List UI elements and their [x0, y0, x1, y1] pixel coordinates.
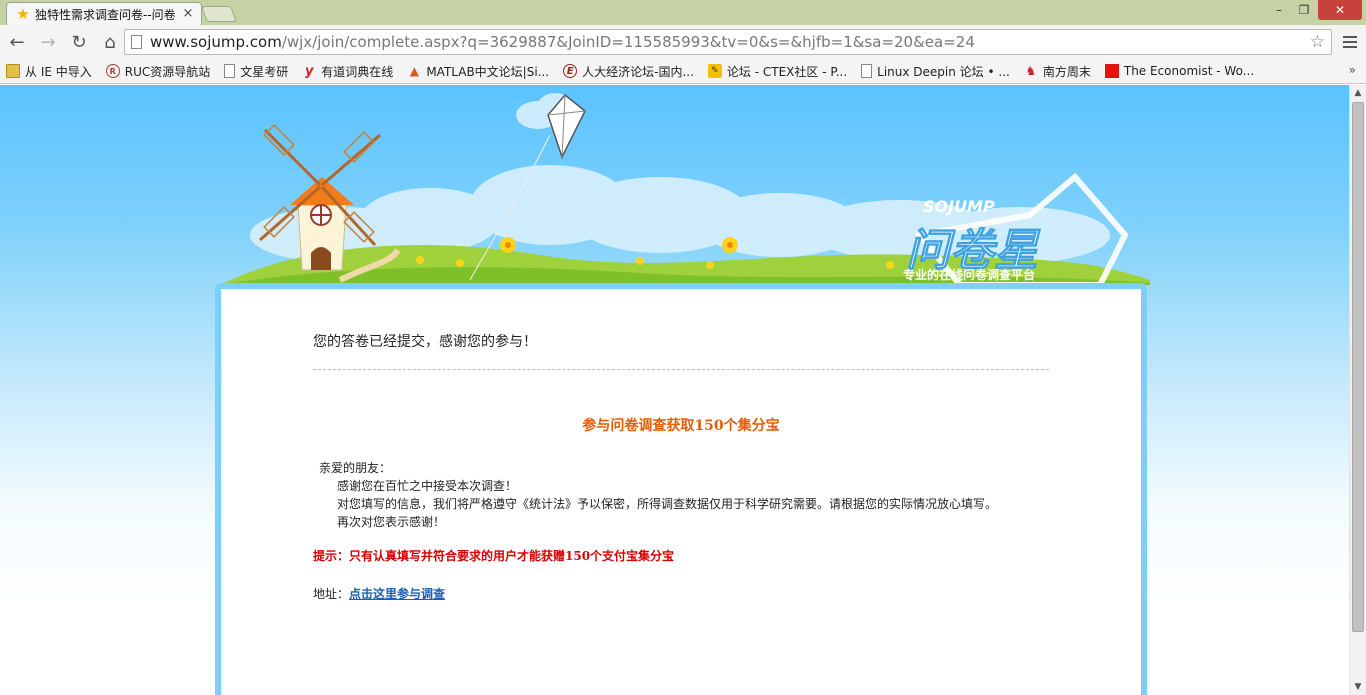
bookmark-star-icon[interactable]: ☆: [1310, 32, 1325, 52]
svg-text:专业的在线问卷调查平台: 专业的在线问卷调查平台: [903, 267, 1035, 282]
bookmark-item[interactable]: ♞ 南方周末: [1024, 63, 1090, 80]
window-close-button[interactable]: ✕: [1318, 0, 1362, 20]
divider: [313, 369, 1049, 370]
bookmark-item[interactable]: y 有道词典在线: [302, 63, 393, 80]
letter-greeting: 亲爱的朋友：: [319, 461, 392, 475]
completion-card: 您的答卷已经提交，感谢您的参与！ 参与问卷调查获取150个集分宝 亲爱的朋友： …: [215, 283, 1147, 695]
letter-line: 对您填写的信息，我们将严格遵守《统计法》予以保密，所得调查数据仅用于科学研究需要…: [337, 497, 998, 511]
browser-tab[interactable]: ★ 独特性需求调查问卷--问卷 ×: [6, 2, 202, 25]
chrome-menu-button[interactable]: [1338, 30, 1362, 54]
new-tab-button[interactable]: [201, 6, 237, 22]
sojump-banner: SOJUMP 问卷星 专业的在线问卷调查平台: [220, 93, 1150, 285]
address-path: /wjx/join/complete.aspx?q=3629887&JoinID…: [281, 33, 975, 51]
bookmark-item[interactable]: 文星考研: [224, 63, 288, 80]
address-host: www.sojump.com: [150, 33, 282, 51]
scrollbar-thumb[interactable]: [1352, 102, 1364, 632]
bookmark-item[interactable]: 从 IE 中导入: [6, 63, 92, 80]
bookmark-item[interactable]: ✎ 论坛 - CTEX社区 - P...: [707, 63, 847, 80]
scroll-down-icon[interactable]: ▼: [1350, 679, 1366, 695]
bookmarks-bar: 从 IE 中导入 R RUC资源导航站 文星考研 y 有道词典在线 ▲ MATLAB中…: [0, 59, 1366, 84]
economist-icon: [1104, 64, 1119, 78]
browser-toolbar: ← → ↻ ⌂ www.sojump.com/wjx/join/complete…: [0, 25, 1366, 59]
survey-address: 地址：点击这里参与调查: [313, 585, 445, 602]
page-icon: [224, 64, 236, 78]
tip-text: 提示：只有认真填写并符合要求的用户才能获赠150个支付宝集分宝: [313, 549, 675, 563]
survey-link[interactable]: 点击这里参与调查: [349, 587, 445, 601]
address-bar[interactable]: www.sojump.com/wjx/join/complete.aspx?q=…: [124, 29, 1332, 55]
pinggu-icon: E: [563, 64, 578, 78]
page-icon: [131, 35, 142, 49]
folder-icon: [6, 64, 20, 78]
tab-title: 独特性需求调查问卷--问卷: [35, 7, 176, 22]
page-icon: [861, 64, 873, 78]
youdao-icon: y: [305, 63, 314, 79]
home-button[interactable]: ⌂: [96, 28, 124, 56]
svg-text:SOJUMP: SOJUMP: [923, 197, 995, 216]
bookmark-item[interactable]: ▲ MATLAB中文论坛|Si...: [407, 63, 549, 80]
maximize-button[interactable]: ❐: [1292, 0, 1316, 20]
bookmark-item[interactable]: R RUC资源导航站: [105, 63, 210, 80]
tab-close-icon[interactable]: ×: [181, 7, 195, 21]
page-viewport: SOJUMP 问卷星 专业的在线问卷调查平台 您的答卷已经提交，感谢您的参与！ …: [0, 85, 1349, 695]
vertical-scrollbar[interactable]: ▲ ▼: [1349, 85, 1366, 695]
bookmark-item[interactable]: Linux Deepin 论坛 • ...: [861, 63, 1010, 80]
matlab-icon: ▲: [409, 64, 419, 78]
survey-letter: 亲爱的朋友： 感谢您在百忙之中接受本次调查！ 对您填写的信息，我们将严格遵守《统…: [319, 459, 997, 531]
promo-title: 参与问卷调查获取150个集分宝: [582, 418, 780, 434]
bookmark-item[interactable]: The Economist - Wo...: [1104, 64, 1254, 78]
minimize-button[interactable]: –: [1266, 0, 1292, 20]
address-label: 地址：: [313, 587, 350, 601]
nanfang-icon: ♞: [1025, 64, 1037, 78]
letter-line: 感谢您在百忙之中接受本次调查！: [337, 479, 518, 493]
letter-line: 再次对您表示感谢！: [337, 515, 446, 529]
bookmark-item[interactable]: E 人大经济论坛-国内...: [563, 63, 694, 80]
ctex-icon: ✎: [707, 64, 722, 78]
forward-button[interactable]: →: [34, 28, 62, 56]
scroll-up-icon[interactable]: ▲: [1350, 85, 1366, 101]
submission-thanks-text: 您的答卷已经提交，感谢您的参与！: [313, 334, 537, 350]
bookmarks-overflow-icon[interactable]: »: [1349, 63, 1356, 77]
star-icon: ★: [16, 5, 30, 23]
ruc-icon: R: [105, 64, 120, 78]
reload-button[interactable]: ↻: [65, 28, 93, 56]
back-button[interactable]: ←: [3, 28, 31, 56]
tab-strip: ★ 独特性需求调查问卷--问卷 × – ❐ ✕: [0, 0, 1366, 25]
